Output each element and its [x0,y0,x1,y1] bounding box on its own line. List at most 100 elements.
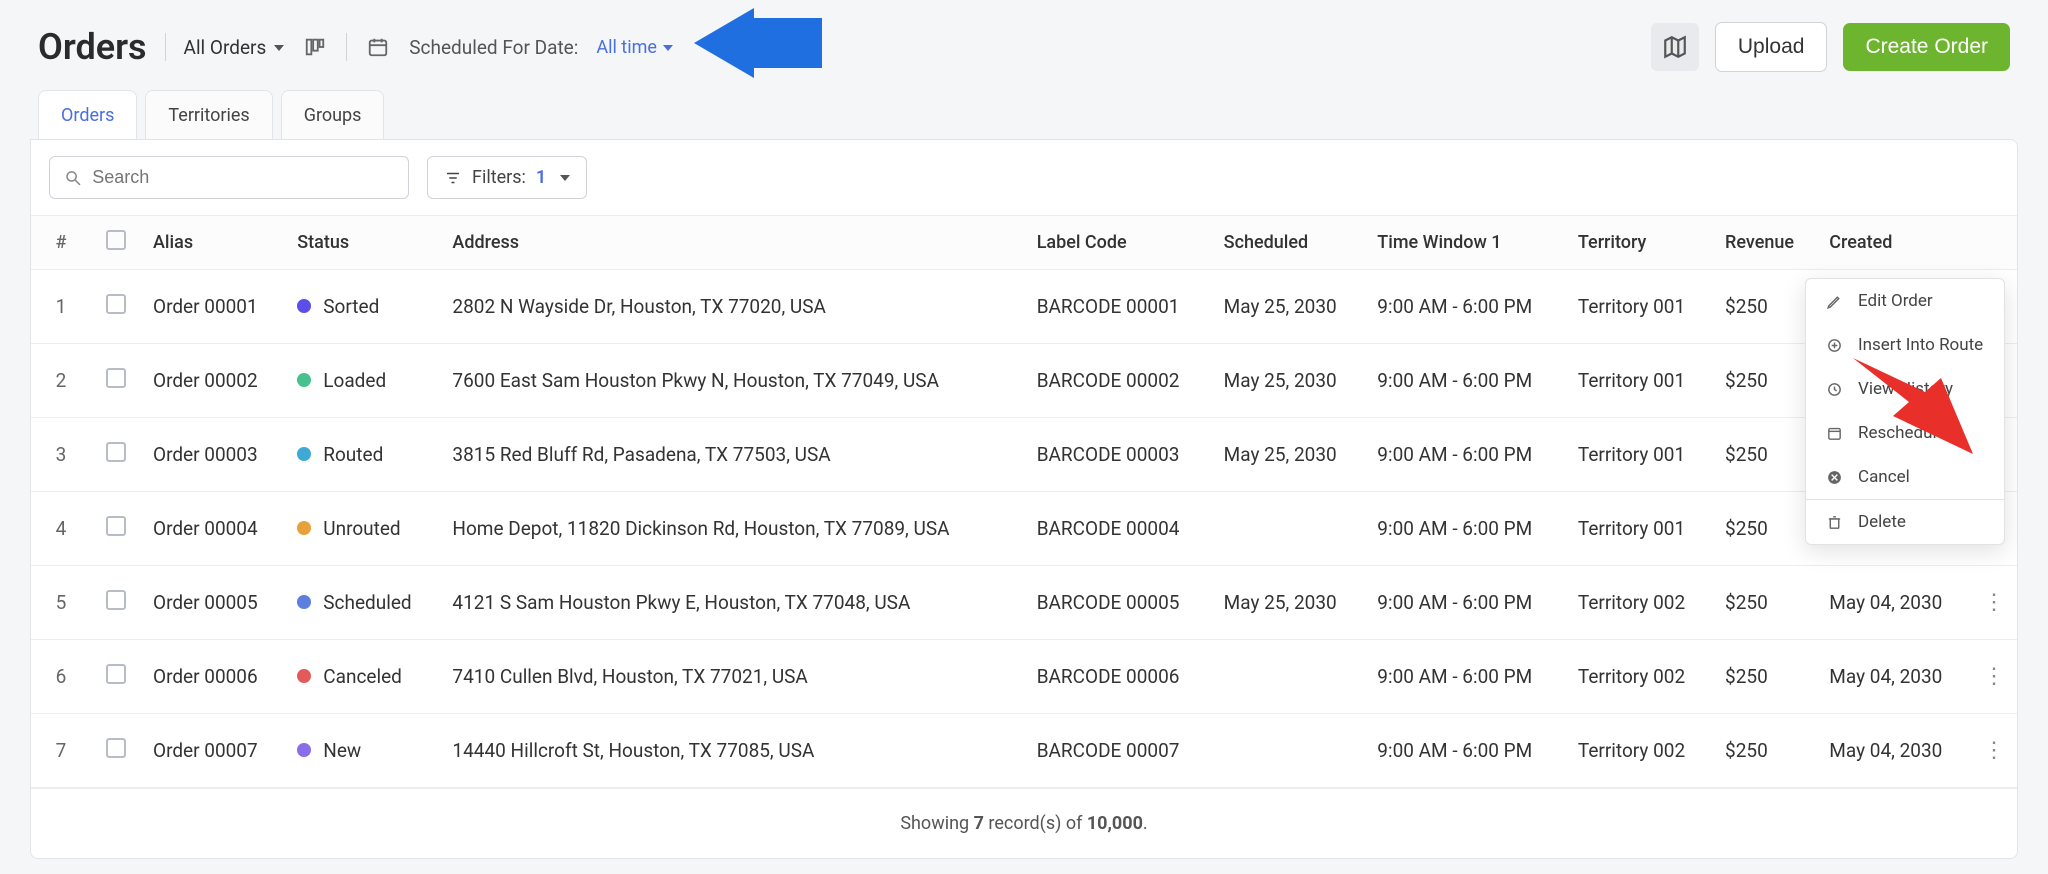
filters-label: Filters: [472,167,526,188]
cell-status: Canceled [285,640,440,714]
cell-alias: Order 00006 [141,640,285,714]
col-status[interactable]: Status [285,216,440,270]
status-text: Sorted [323,295,379,318]
status-text: Loaded [323,369,386,392]
ctx-reschedule[interactable]: Reschedule [1806,411,2004,455]
col-actions [1971,216,2017,270]
status-dot [297,521,311,535]
footer-total: 10,000 [1087,813,1143,834]
orders-list-dropdown[interactable]: All Orders [184,36,285,59]
map-button[interactable] [1651,23,1699,71]
cell-num: 5 [31,566,91,640]
col-time-window[interactable]: Time Window 1 [1365,216,1566,270]
cell-status: Unrouted [285,492,440,566]
cell-territory: Territory 002 [1566,566,1713,640]
ctx-insert-route[interactable]: Insert Into Route [1806,323,2004,367]
cell-num: 4 [31,492,91,566]
status-text: Scheduled [323,591,411,614]
col-scheduled[interactable]: Scheduled [1212,216,1366,270]
ctx-label: Insert Into Route [1858,335,1983,355]
tab-orders[interactable]: Orders [38,90,137,140]
calendar-icon [1824,423,1844,443]
search-input[interactable] [92,167,394,188]
cell-created: May 04, 2030 [1817,640,1971,714]
cell-label: BARCODE 00002 [1025,344,1212,418]
cell-address: 4121 S Sam Houston Pkwy E, Houston, TX 7… [440,566,1024,640]
col-label[interactable]: Label Code [1025,216,1212,270]
ctx-view-history[interactable]: View History [1806,367,2004,411]
more-icon[interactable]: ⋮ [1983,590,2005,615]
col-num[interactable]: # [31,216,91,270]
footer-count: 7 [974,813,984,834]
row-checkbox[interactable] [106,590,126,610]
cell-time-window: 9:00 AM - 6:00 PM [1365,344,1566,418]
cell-scheduled: May 25, 2030 [1212,270,1366,344]
trash-icon [1824,512,1844,532]
tab-bar: Orders Territories Groups [30,90,2018,140]
cell-time-window: 9:00 AM - 6:00 PM [1365,270,1566,344]
table-row: 7Order 00007New14440 Hillcroft St, Houst… [31,714,2017,788]
tab-groups[interactable]: Groups [281,90,385,140]
cell-scheduled [1212,492,1366,566]
row-checkbox[interactable] [106,738,126,758]
history-icon [1824,379,1844,399]
columns-icon[interactable] [302,34,328,60]
col-select-all[interactable] [91,216,141,270]
row-checkbox[interactable] [106,442,126,462]
status-dot [297,373,311,387]
cell-label: BARCODE 00003 [1025,418,1212,492]
row-checkbox[interactable] [106,516,126,536]
cell-address: Home Depot, 11820 Dickinson Rd, Houston,… [440,492,1024,566]
cell-territory: Territory 001 [1566,418,1713,492]
ctx-delete[interactable]: Delete [1806,500,2004,544]
create-order-button[interactable]: Create Order [1843,23,2010,71]
filters-button[interactable]: Filters: 1 [427,156,587,199]
row-checkbox[interactable] [106,368,126,388]
ctx-label: Reschedule [1858,423,1946,443]
row-checkbox[interactable] [106,664,126,684]
cell-scheduled [1212,714,1366,788]
checkbox[interactable] [106,230,126,250]
more-icon[interactable]: ⋮ [1983,738,2005,763]
col-territory[interactable]: Territory [1566,216,1713,270]
calendar-icon [365,34,391,60]
ctx-label: Cancel [1858,467,1910,487]
cell-label: BARCODE 00006 [1025,640,1212,714]
scheduled-dropdown[interactable]: All time [596,37,673,58]
ctx-edit-order[interactable]: Edit Order [1806,279,2004,323]
col-revenue[interactable]: Revenue [1713,216,1817,270]
cell-revenue: $250 [1713,270,1817,344]
cell-label: BARCODE 00005 [1025,566,1212,640]
status-dot [297,743,311,757]
cell-revenue: $250 [1713,640,1817,714]
cell-address: 2802 N Wayside Dr, Houston, TX 77020, US… [440,270,1024,344]
ctx-cancel[interactable]: Cancel [1806,455,2004,499]
cell-num: 2 [31,344,91,418]
footer-prefix: Showing [900,813,973,834]
cell-scheduled: May 25, 2030 [1212,344,1366,418]
cell-num: 6 [31,640,91,714]
route-icon [1824,335,1844,355]
more-icon[interactable]: ⋮ [1983,664,2005,689]
filter-icon [444,169,462,187]
cell-address: 3815 Red Bluff Rd, Pasadena, TX 77503, U… [440,418,1024,492]
cell-scheduled: May 25, 2030 [1212,566,1366,640]
cell-num: 3 [31,418,91,492]
search-box[interactable] [49,156,409,199]
tab-territories[interactable]: Territories [145,90,272,140]
cell-revenue: $250 [1713,566,1817,640]
cell-alias: Order 00002 [141,344,285,418]
upload-button[interactable]: Upload [1715,22,1828,72]
row-checkbox[interactable] [106,294,126,314]
panel-toolbar: Filters: 1 [31,140,2017,215]
col-created[interactable]: Created [1817,216,1971,270]
table-row: 2Order 00002Loaded7600 East Sam Houston … [31,344,2017,418]
status-text: Unrouted [323,517,400,540]
cell-revenue: $250 [1713,344,1817,418]
col-address[interactable]: Address [440,216,1024,270]
divider [346,33,347,61]
cell-time-window: 9:00 AM - 6:00 PM [1365,640,1566,714]
cell-territory: Territory 001 [1566,492,1713,566]
cell-num: 1 [31,270,91,344]
col-alias[interactable]: Alias [141,216,285,270]
